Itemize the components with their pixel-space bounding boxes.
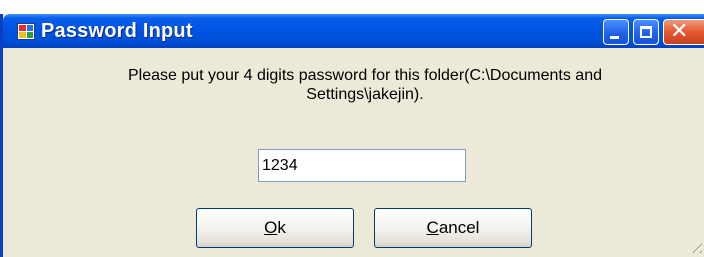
title-bar[interactable]: Password Input ✕ (3, 14, 704, 48)
ok-label-rest: k (277, 218, 286, 237)
password-input[interactable] (258, 149, 466, 182)
prompt-line-2: Settings\jakejin). (306, 86, 424, 103)
cancel-button[interactable]: Cancel (374, 208, 532, 248)
prompt-line-1: Please put your 4 digits password for th… (127, 67, 602, 84)
minimize-button[interactable] (603, 19, 629, 45)
close-button[interactable]: ✕ (663, 19, 704, 45)
maximize-button[interactable] (633, 19, 659, 45)
minimize-icon (610, 36, 619, 39)
app-window-icon[interactable] (17, 23, 35, 40)
prompt-message: Please put your 4 digits password for th… (20, 66, 704, 104)
cancel-label-rest: ancel (438, 218, 480, 237)
maximize-icon (640, 26, 652, 38)
ok-mnemonic: O (264, 218, 278, 237)
ok-button[interactable]: Ok (196, 208, 354, 248)
close-icon: ✕ (670, 19, 689, 44)
cancel-mnemonic: C (426, 218, 439, 237)
window-title: Password Input (41, 20, 193, 42)
